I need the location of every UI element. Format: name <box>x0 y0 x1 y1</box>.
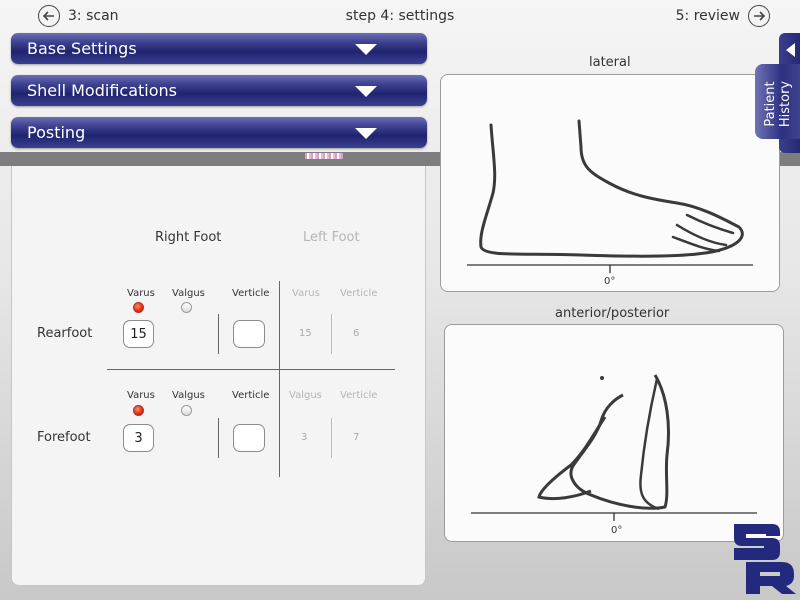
forefoot-verticle-label: Verticle <box>232 390 270 401</box>
base-settings-label: Base Settings <box>27 39 137 58</box>
render-artifact <box>305 153 343 159</box>
forefoot-degree-input[interactable]: 3 <box>123 424 154 452</box>
next-step-label: 5: review <box>675 8 740 24</box>
lateral-axis-label: 0° <box>604 276 616 287</box>
shell-modifications-label: Shell Modifications <box>27 81 177 100</box>
forefoot-left-value: 3 <box>301 432 308 443</box>
left-foot-divider <box>331 314 332 354</box>
patient-history-line2: History <box>778 80 793 128</box>
anterior-posterior-view-box <box>444 324 784 542</box>
verticle-divider <box>218 418 219 458</box>
forefoot-valgus-label: Valgus <box>172 390 205 401</box>
rearfoot-verticle-input[interactable] <box>233 320 265 348</box>
rearfoot-verticle-label: Verticle <box>232 288 270 299</box>
rearfoot-left-verticle-value: 6 <box>353 328 360 339</box>
posting-bar[interactable]: Posting <box>11 117 427 148</box>
chevron-down-icon <box>355 128 377 139</box>
rearfoot-degree-input[interactable]: 15 <box>123 320 154 348</box>
anterior-posterior-axis-label: 0° <box>611 525 623 536</box>
next-step-button[interactable]: 5: review <box>676 5 770 27</box>
arrow-left-icon <box>786 43 795 57</box>
chevron-down-icon <box>355 44 377 55</box>
forefoot-varus-label: Varus <box>127 390 155 401</box>
forefoot-label: Forefoot <box>37 430 91 445</box>
patient-history-line1: Patient <box>763 81 778 127</box>
anterior-posterior-view-title: anterior/posterior <box>555 306 670 321</box>
posting-panel <box>11 166 426 586</box>
forefoot-left-valgus-label: Valgus <box>289 390 322 401</box>
anterior-posterior-foot-drawing <box>471 374 757 521</box>
forefoot-left-verticle-value: 7 <box>353 432 360 443</box>
rearfoot-varus-radio[interactable] <box>133 302 144 313</box>
chevron-down-icon <box>355 86 377 97</box>
lateral-view-title: lateral <box>589 55 631 70</box>
forefoot-valgus-radio[interactable] <box>181 405 192 416</box>
lateral-view-box <box>440 74 780 292</box>
rearfoot-left-varus-label: Varus <box>292 288 320 299</box>
right-foot-header: Right Foot <box>155 230 222 245</box>
forefoot-left-verticle-label: Verticle <box>340 390 378 401</box>
rearfoot-label: Rearfoot <box>37 326 93 341</box>
patient-history-label: Patient History <box>763 68 793 140</box>
column-divider <box>279 281 280 477</box>
lateral-foot-drawing <box>467 119 753 273</box>
rearfoot-valgus-label: Valgus <box>172 288 205 299</box>
verticle-divider <box>218 314 219 354</box>
rearfoot-varus-label: Varus <box>127 288 155 299</box>
shell-modifications-bar[interactable]: Shell Modifications <box>11 75 427 106</box>
posting-label: Posting <box>27 123 86 142</box>
base-settings-bar[interactable]: Base Settings <box>11 33 427 64</box>
rearfoot-left-value: 15 <box>299 328 312 339</box>
left-foot-header: Left Foot <box>303 230 360 245</box>
forefoot-varus-radio[interactable] <box>133 405 144 416</box>
left-foot-divider <box>331 418 332 458</box>
arrow-right-icon <box>748 5 770 27</box>
rearfoot-left-verticle-label: Verticle <box>340 288 378 299</box>
sr-logo <box>728 518 798 600</box>
forefoot-verticle-input[interactable] <box>233 424 265 452</box>
row-divider <box>107 369 395 370</box>
top-nav: 3: scan step 4: settings 5: review <box>0 0 800 34</box>
rearfoot-valgus-radio[interactable] <box>181 302 192 313</box>
patient-history-tab[interactable]: Patient History <box>755 64 800 139</box>
